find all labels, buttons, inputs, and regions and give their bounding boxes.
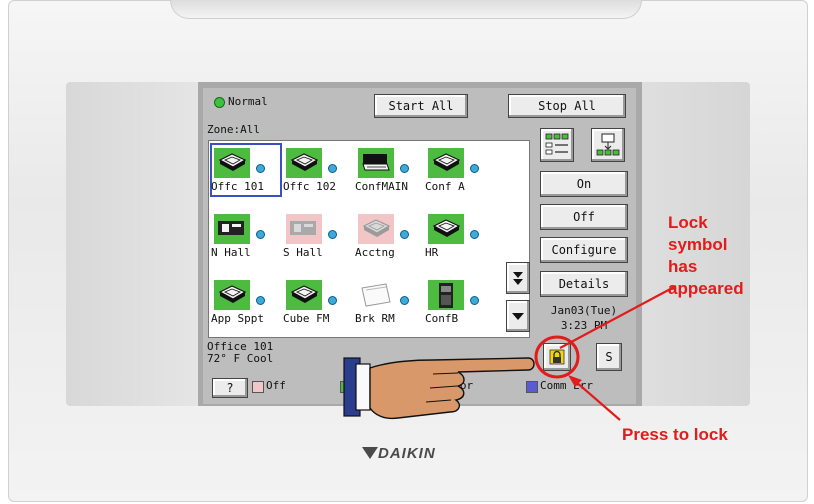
lock-pointer-line — [559, 285, 677, 349]
pointing-hand-icon — [343, 357, 535, 420]
lock-highlight-circle — [534, 335, 580, 379]
press-pointer-line — [574, 380, 621, 421]
